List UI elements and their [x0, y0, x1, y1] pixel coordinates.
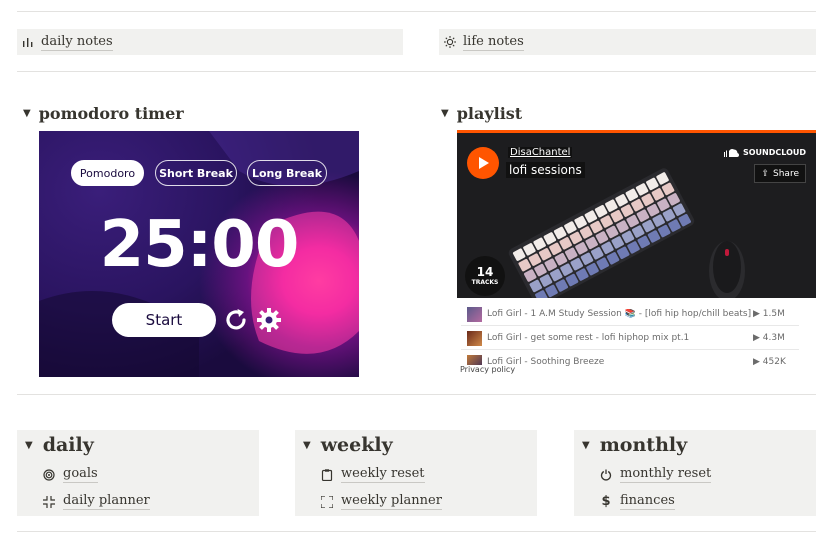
- target-icon: [43, 468, 55, 481]
- monthly-heading[interactable]: ▼ monthly: [582, 434, 687, 456]
- track-thumbnail: [467, 306, 482, 322]
- weekly-heading[interactable]: ▼ weekly: [303, 434, 393, 456]
- timer-display: 25:00: [99, 208, 300, 282]
- soundcloud-cloud-icon: [723, 149, 739, 157]
- monthly-section: ▼ monthly monthly reset $ finances: [574, 430, 816, 516]
- shrink-icon: [43, 495, 55, 508]
- bar-chart-icon: [22, 36, 34, 48]
- life-notes-link[interactable]: life notes: [439, 29, 816, 55]
- playlist-artwork: DisaChantel lofi sessions SOUNDCLOUD ⇪ S…: [457, 130, 816, 298]
- daily-planner-link[interactable]: daily planner: [43, 493, 150, 510]
- monthly-reset-label: monthly reset: [620, 466, 712, 483]
- weekly-planner-link[interactable]: weekly planner: [321, 493, 442, 510]
- daily-planner-label: daily planner: [63, 493, 150, 510]
- divider-lower: [17, 394, 816, 395]
- expand-icon: [321, 495, 333, 508]
- playlist-heading-text: playlist: [456, 104, 523, 123]
- playlist-title[interactable]: lofi sessions: [506, 162, 585, 178]
- daily-title: daily: [42, 434, 94, 456]
- power-icon: [600, 469, 612, 481]
- short-break-button[interactable]: Short Break: [155, 160, 237, 186]
- soundcloud-logo[interactable]: SOUNDCLOUD: [723, 148, 806, 157]
- track-plays: ▶ 452K: [753, 357, 786, 367]
- pomodoro-mode-button[interactable]: Pomodoro: [71, 160, 144, 186]
- track-plays: ▶ 4.3M: [753, 333, 785, 343]
- track-title: Lofi Girl - get some rest - lofi hiphop …: [487, 333, 690, 343]
- track-title: Lofi Girl - Soothing Breeze: [487, 357, 605, 367]
- daily-notes-label: daily notes: [41, 33, 113, 51]
- weekly-reset-link[interactable]: weekly reset: [321, 466, 425, 483]
- toggle-triangle-icon[interactable]: ▼: [582, 440, 590, 451]
- track-thumbnail: [467, 330, 482, 346]
- pomodoro-heading[interactable]: ▼ pomodoro timer: [23, 104, 184, 123]
- play-button[interactable]: [467, 147, 499, 179]
- track-count: 14: [476, 265, 494, 279]
- playlist-user[interactable]: DisaChantel: [508, 147, 573, 158]
- daily-heading[interactable]: ▼ daily: [25, 434, 94, 456]
- reset-icon[interactable]: [222, 306, 250, 338]
- track-title: Lofi Girl - 1 A.M Study Session 📚 - [lof…: [487, 309, 752, 319]
- toggle-triangle-icon[interactable]: ▼: [303, 440, 311, 451]
- dollar-icon: $: [601, 494, 611, 509]
- monthly-title: monthly: [599, 434, 688, 456]
- daily-section: ▼ daily goals daily planner: [17, 430, 259, 516]
- finances-link[interactable]: $ finances: [600, 493, 675, 510]
- track-plays: ▶ 1.5M: [753, 309, 785, 319]
- weekly-reset-label: weekly reset: [341, 466, 425, 483]
- share-button[interactable]: ⇪ Share: [754, 164, 806, 183]
- play-count-icon: ▶: [753, 309, 763, 319]
- soundcloud-player: DisaChantel lofi sessions SOUNDCLOUD ⇪ S…: [457, 130, 816, 377]
- track-row[interactable]: Lofi Girl - 1 A.M Study Session 📚 - [lof…: [461, 303, 799, 326]
- goals-link[interactable]: goals: [43, 466, 98, 483]
- playlist-heading[interactable]: ▼ playlist: [441, 104, 522, 123]
- toggle-triangle-icon[interactable]: ▼: [23, 108, 31, 119]
- clipboard-icon: [321, 468, 333, 481]
- track-row[interactable]: Lofi Girl - get some rest - lofi hiphop …: [461, 327, 799, 350]
- sun-icon: [444, 36, 456, 48]
- daily-notes-link[interactable]: daily notes: [17, 29, 403, 55]
- weekly-planner-label: weekly planner: [341, 493, 442, 510]
- play-count-icon: ▶: [753, 333, 763, 343]
- toggle-triangle-icon[interactable]: ▼: [441, 108, 449, 119]
- weekly-title: weekly: [320, 434, 393, 456]
- play-count-icon: ▶: [753, 357, 763, 367]
- long-break-button[interactable]: Long Break: [247, 160, 327, 186]
- monthly-reset-link[interactable]: monthly reset: [600, 466, 712, 483]
- track-count-badge: 14 TRACKS: [465, 256, 505, 296]
- start-button[interactable]: Start: [112, 303, 216, 337]
- play-icon: [479, 157, 489, 169]
- divider-mid: [17, 71, 816, 72]
- share-icon: ⇪: [761, 168, 770, 179]
- privacy-policy-link[interactable]: Privacy policy: [458, 365, 518, 374]
- divider-bottom: [17, 531, 816, 532]
- finances-label: finances: [620, 493, 675, 510]
- weekly-section: ▼ weekly weekly reset weekly planner: [295, 430, 537, 516]
- share-label: Share: [773, 168, 799, 179]
- toggle-triangle-icon[interactable]: ▼: [25, 440, 33, 451]
- life-notes-label: life notes: [463, 33, 524, 51]
- pomodoro-widget: Pomodoro Short Break Long Break 25:00 St…: [39, 131, 359, 377]
- goals-label: goals: [63, 466, 98, 483]
- track-count-label: TRACKS: [471, 279, 499, 286]
- soundcloud-brand-text: SOUNDCLOUD: [742, 148, 806, 157]
- pomodoro-heading-text: pomodoro timer: [38, 104, 184, 123]
- settings-gear-icon[interactable]: [255, 306, 283, 338]
- divider-top: [17, 11, 816, 12]
